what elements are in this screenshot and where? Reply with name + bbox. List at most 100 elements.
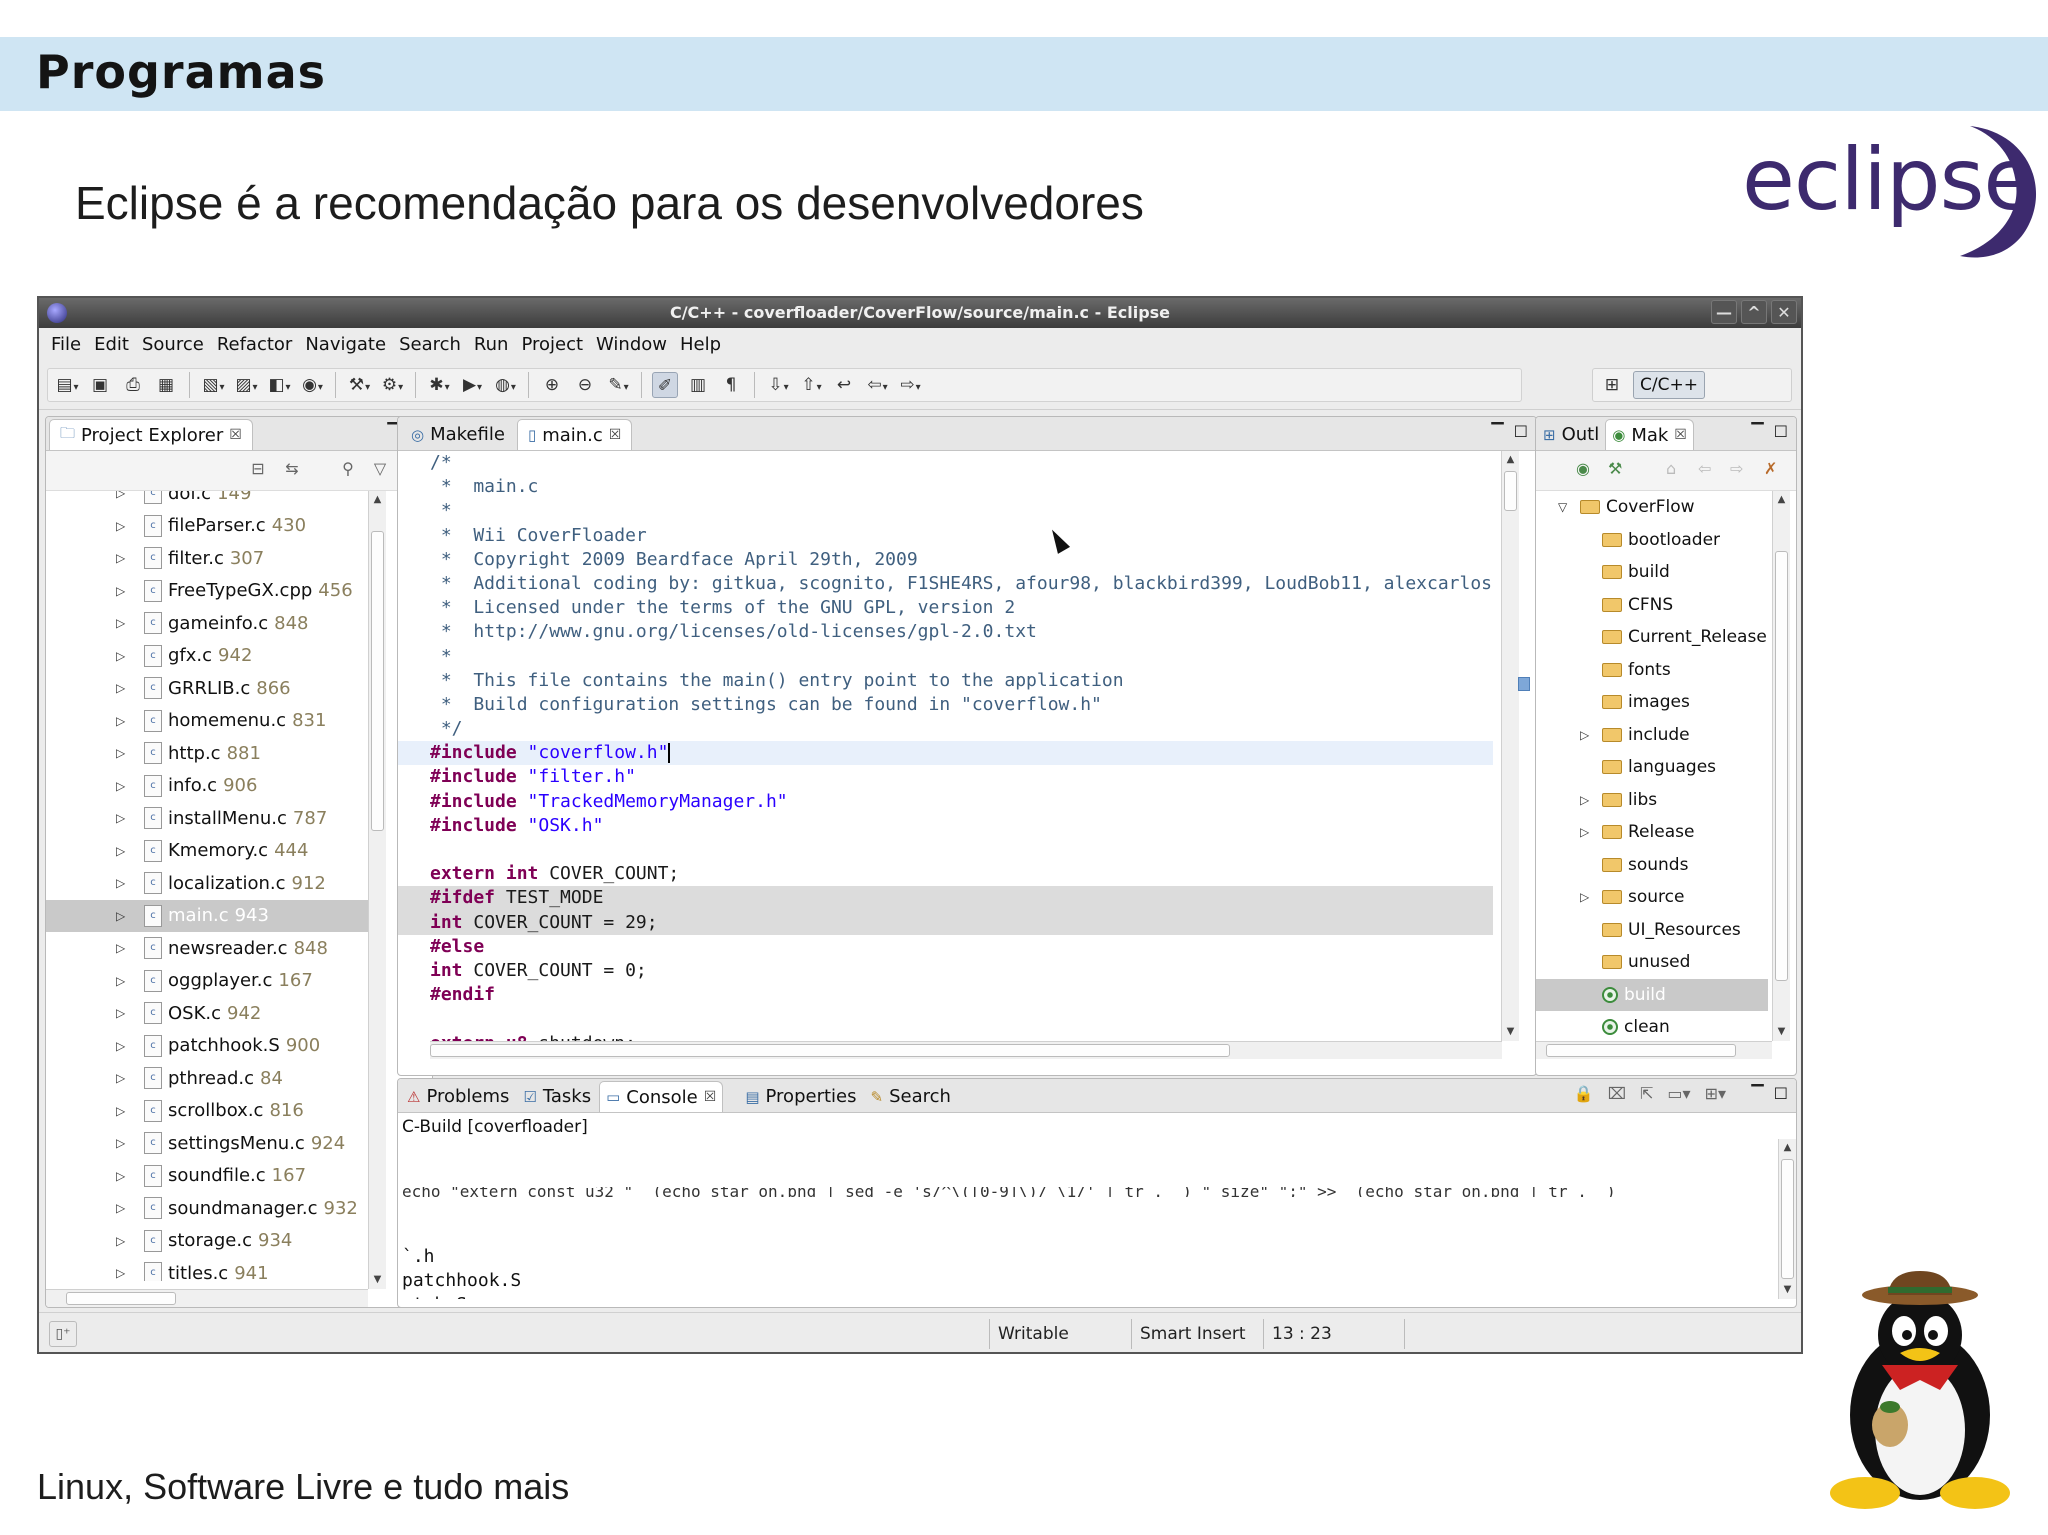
pin-console-icon[interactable]: ⇱ bbox=[1640, 1084, 1653, 1103]
project-file-row[interactable]: ▷ c homemenu.c 831 bbox=[46, 705, 368, 738]
project-file-row[interactable]: ▷ c oggplayer.c 167 bbox=[46, 965, 368, 998]
code-editor[interactable]: /* * main.c * * Wii CoverFloader * Copyr… bbox=[398, 451, 1493, 1041]
new-source-icon[interactable]: ◧ bbox=[266, 372, 292, 398]
project-file-row[interactable]: ▷ c http.c 881 bbox=[46, 737, 368, 770]
scroll-thumb[interactable] bbox=[430, 1044, 1230, 1057]
save-icon[interactable]: ▣ bbox=[87, 372, 113, 398]
view-menu-icon[interactable]: ▽ bbox=[368, 459, 392, 483]
expand-arrow-icon[interactable]: ▷ bbox=[116, 974, 144, 988]
close-icon[interactable]: ☒ bbox=[704, 1089, 717, 1105]
maximize-button[interactable]: ^ bbox=[1741, 300, 1767, 324]
project-file-row[interactable]: ▷ c fileParser.c 430 bbox=[46, 510, 368, 543]
project-file-row[interactable]: ▷ c pthread.c 84 bbox=[46, 1062, 368, 1095]
link-editor-icon[interactable]: ⇆ bbox=[280, 459, 304, 483]
expand-arrow-icon[interactable]: ▽ bbox=[1558, 500, 1580, 514]
expand-arrow-icon[interactable]: ▷ bbox=[116, 1201, 144, 1215]
menu-window[interactable]: Window bbox=[594, 334, 678, 355]
expand-arrow-icon[interactable]: ▷ bbox=[116, 844, 144, 858]
editor-horizontal-scrollbar[interactable] bbox=[430, 1041, 1502, 1059]
expand-arrow-icon[interactable]: ▷ bbox=[116, 1136, 144, 1150]
project-file-row[interactable]: ▷ c GRRLIB.c 866 bbox=[46, 672, 368, 705]
open-type-icon[interactable]: ⊕ bbox=[539, 372, 565, 398]
scroll-up-icon[interactable]: ▲ bbox=[369, 491, 386, 509]
expand-arrow-icon[interactable]: ▷ bbox=[116, 584, 144, 598]
overview-ruler-marker[interactable] bbox=[1518, 677, 1530, 691]
expand-arrow-icon[interactable]: ▷ bbox=[116, 941, 144, 955]
make-target-row[interactable]: clean bbox=[1536, 1011, 1768, 1044]
scroll-thumb[interactable] bbox=[1504, 471, 1517, 511]
minimize-icon[interactable]: ▔ bbox=[1751, 422, 1763, 441]
scroll-up-icon[interactable]: ▲ bbox=[1502, 451, 1519, 469]
project-file-row[interactable]: ▷ c storage.c 934 bbox=[46, 1225, 368, 1258]
scroll-thumb[interactable] bbox=[1546, 1044, 1736, 1057]
project-file-row[interactable]: ▷ c dol.c 149 bbox=[46, 491, 368, 510]
expand-arrow-icon[interactable]: ▷ bbox=[116, 1169, 144, 1183]
project-file-row[interactable]: ▷ c installMenu.c 787 bbox=[46, 802, 368, 835]
make-folder-row[interactable]: images bbox=[1536, 686, 1768, 719]
fast-view-icon[interactable]: ▯⁺ bbox=[49, 1321, 77, 1347]
project-file-row[interactable]: ▷ c main.c 943 bbox=[46, 899, 368, 932]
make-folder-row[interactable]: unused bbox=[1536, 946, 1768, 979]
project-file-row[interactable]: ▷ c localization.c 912 bbox=[46, 867, 368, 900]
edit-icon[interactable]: ✎ bbox=[605, 372, 631, 398]
close-icon[interactable]: ☒ bbox=[229, 427, 242, 443]
project-file-row[interactable]: ▷ c gfx.c 942 bbox=[46, 640, 368, 673]
tab-outline[interactable]: ⊞ Outl bbox=[1539, 419, 1603, 450]
project-file-row[interactable]: ▷ c FreeTypeGX.cpp 456 bbox=[46, 575, 368, 608]
project-file-row[interactable]: ▷ c settingsMenu.c 924 bbox=[46, 1127, 368, 1160]
perspective-cpp-button[interactable]: C/C++ bbox=[1633, 371, 1705, 399]
expand-arrow-icon[interactable]: ▷ bbox=[116, 681, 144, 695]
new-project-icon[interactable]: ▧ bbox=[200, 372, 226, 398]
maximize-icon[interactable]: ☐ bbox=[1514, 422, 1528, 441]
expand-arrow-icon[interactable]: ▷ bbox=[116, 616, 144, 630]
make-vertical-scrollbar[interactable]: ▲ ▼ bbox=[1772, 491, 1790, 1041]
whitespace-icon[interactable]: ¶ bbox=[718, 372, 744, 398]
open-element-icon[interactable]: ⊖ bbox=[572, 372, 598, 398]
project-file-row[interactable]: ▷ c soundfile.c 167 bbox=[46, 1160, 368, 1193]
console-vertical-scrollbar[interactable]: ▲ ▼ bbox=[1778, 1139, 1796, 1299]
expand-arrow-icon[interactable]: ▷ bbox=[116, 519, 144, 533]
tab-project-explorer[interactable]: 🗀 Project Explorer ☒ bbox=[49, 419, 253, 450]
explorer-horizontal-scrollbar[interactable] bbox=[46, 1289, 368, 1307]
make-folder-row[interactable]: ▷ include bbox=[1536, 719, 1768, 752]
menu-source[interactable]: Source bbox=[140, 334, 215, 355]
expand-arrow-icon[interactable]: ▷ bbox=[116, 779, 144, 793]
new-folder-icon[interactable]: ▨ bbox=[233, 372, 259, 398]
scroll-down-icon[interactable]: ▼ bbox=[369, 1271, 386, 1289]
expand-arrow-icon[interactable]: ▷ bbox=[116, 876, 144, 890]
external-tools-icon[interactable]: ◍ bbox=[492, 372, 518, 398]
project-file-row[interactable]: ▷ c Kmemory.c 444 bbox=[46, 835, 368, 868]
back-icon[interactable]: ⇦ bbox=[864, 372, 890, 398]
settings-icon[interactable]: ⚙ bbox=[379, 372, 405, 398]
binary-icon[interactable]: ▦ bbox=[153, 372, 179, 398]
next-annotation-icon[interactable]: ⇩ bbox=[765, 372, 791, 398]
scroll-thumb[interactable] bbox=[371, 531, 384, 831]
expand-arrow-icon[interactable]: ▷ bbox=[116, 811, 144, 825]
open-console-icon[interactable]: ⊞▾ bbox=[1705, 1084, 1726, 1103]
project-file-row[interactable]: ▷ c filter.c 307 bbox=[46, 542, 368, 575]
project-file-row[interactable]: ▷ c soundmanager.c 932 bbox=[46, 1192, 368, 1225]
scroll-up-icon[interactable]: ▲ bbox=[1779, 1139, 1796, 1157]
expand-arrow-icon[interactable]: ▷ bbox=[116, 1266, 144, 1280]
scroll-thumb[interactable] bbox=[1781, 1159, 1794, 1279]
make-folder-row[interactable]: ▷ libs bbox=[1536, 784, 1768, 817]
build-target-icon[interactable]: ⚒ bbox=[1608, 459, 1622, 478]
debug-icon[interactable]: ✱ bbox=[426, 372, 452, 398]
make-folder-row[interactable]: ▷ source bbox=[1536, 881, 1768, 914]
make-folder-row[interactable]: bootloader bbox=[1536, 524, 1768, 557]
menu-navigate[interactable]: Navigate bbox=[303, 334, 397, 355]
make-folder-row[interactable]: ▷ Release bbox=[1536, 816, 1768, 849]
scroll-up-icon[interactable]: ▲ bbox=[1773, 491, 1790, 509]
menu-run[interactable]: Run bbox=[472, 334, 520, 355]
explorer-vertical-scrollbar[interactable]: ▲ ▼ bbox=[368, 491, 386, 1289]
minimize-icon[interactable]: ▔ bbox=[1751, 1084, 1763, 1103]
open-perspective-icon[interactable]: ⊞ bbox=[1599, 372, 1625, 398]
expand-arrow-icon[interactable]: ▷ bbox=[116, 1039, 144, 1053]
make-folder-row[interactable]: build bbox=[1536, 556, 1768, 589]
window-titlebar[interactable]: C/C++ - coverfloader/CoverFlow/source/ma… bbox=[39, 298, 1801, 328]
menu-edit[interactable]: Edit bbox=[92, 334, 140, 355]
forward-icon[interactable]: ⇨ bbox=[897, 372, 923, 398]
build-hammer-icon[interactable]: ⚒ bbox=[346, 372, 372, 398]
display-console-icon[interactable]: ▭▾ bbox=[1667, 1084, 1690, 1103]
tab-make-targets[interactable]: ◉ Mak ☒ bbox=[1605, 419, 1694, 450]
